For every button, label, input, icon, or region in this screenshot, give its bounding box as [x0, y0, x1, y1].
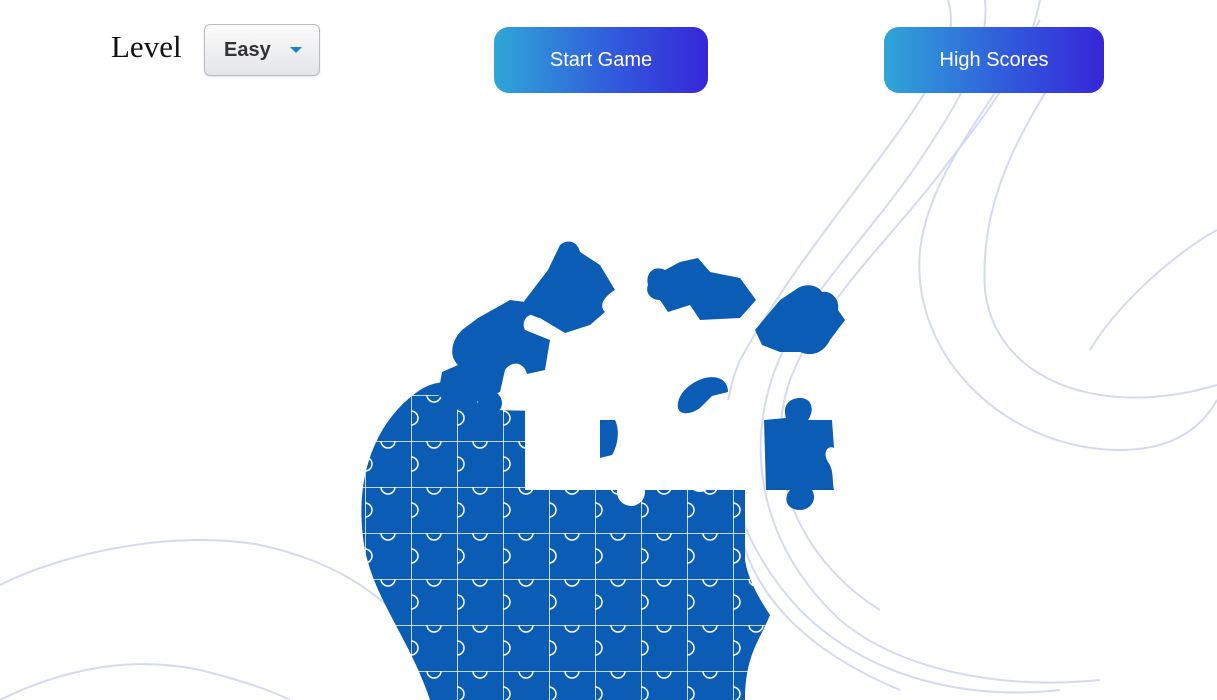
level-dropdown-value: Easy — [224, 38, 271, 61]
caret-down-icon — [290, 47, 302, 53]
level-label: Level — [111, 29, 182, 64]
level-dropdown[interactable]: Easy — [204, 24, 320, 76]
puzzle-head-illustration — [361, 241, 845, 700]
start-game-button[interactable]: Start Game — [494, 27, 708, 93]
game-menu-page: Level Easy Start Game High Scores — [0, 0, 1217, 700]
high-scores-button[interactable]: High Scores — [884, 27, 1104, 93]
